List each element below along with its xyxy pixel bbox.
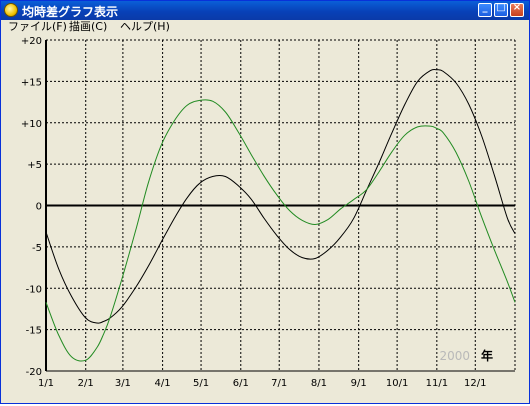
maximize-icon: □	[496, 2, 506, 13]
x-tick-label: 11/1	[426, 378, 448, 389]
x-tick-label: 1/1	[38, 378, 54, 389]
close-button[interactable]: ×	[510, 2, 524, 17]
x-tick-label: 10/1	[386, 378, 408, 389]
series-lines	[45, 68, 516, 362]
y-tick-label: -20	[26, 367, 42, 378]
app-window: 均時差グラフ表示 _ □ × ファイル(F) 描画(C) ヘルプ(H) +20 +…	[0, 0, 530, 404]
y-tick-label: +15	[21, 77, 42, 88]
y-tick-label: -15	[26, 326, 42, 337]
x-tick-label: 5/1	[193, 378, 209, 389]
menu-file[interactable]: ファイル(F)	[8, 20, 67, 34]
chart-area: +20 +15 +10 +5 0 -5 -10 -15 -20 1/1 2/1 3/1 4/1 5/1 6…	[1, 34, 529, 403]
x-tick-label: 6/1	[233, 378, 249, 389]
x-tick-label: 8/1	[311, 378, 327, 389]
y-tick-label: +20	[21, 36, 42, 47]
year-label: 年	[481, 348, 493, 363]
window-title: 均時差グラフ表示	[22, 5, 119, 19]
title-bar[interactable]: 均時差グラフ表示 _ □ ×	[1, 1, 529, 20]
sun-icon[interactable]	[4, 3, 18, 17]
menu-draw[interactable]: 描画(C)	[69, 20, 107, 34]
x-tick-label: 7/1	[271, 378, 287, 389]
y-tick-label: 0	[36, 202, 42, 213]
menu-help[interactable]: ヘルプ(H)	[120, 20, 170, 34]
close-icon: ×	[512, 2, 522, 13]
x-tick-label: 4/1	[155, 378, 171, 389]
y-tick-label: +10	[21, 119, 42, 130]
year-value[interactable]: 2000	[439, 349, 470, 363]
x-tick-label: 12/1	[464, 378, 486, 389]
x-tick-label: 2/1	[78, 378, 94, 389]
y-tick-label: +5	[27, 160, 42, 171]
series-line-1	[45, 68, 516, 324]
series-line-2	[45, 99, 516, 362]
y-tick-labels: +20 +15 +10 +5 0 -5 -10 -15 -20	[21, 36, 42, 378]
y-tick-label: -5	[32, 243, 42, 254]
axes	[45, 40, 515, 372]
menu-bar: ファイル(F) 描画(C) ヘルプ(H)	[1, 20, 529, 34]
minimize-icon: _	[482, 2, 488, 13]
x-tick-label: 3/1	[115, 378, 131, 389]
x-tick-label: 9/1	[351, 378, 367, 389]
maximize-button[interactable]: □	[494, 2, 508, 17]
minimize-button[interactable]: _	[478, 2, 492, 17]
x-tick-labels: 1/1 2/1 3/1 4/1 5/1 6/1 7/1 8/1 9/1 10/1 11/1 12/1	[38, 378, 487, 389]
equation-of-time-chart: +20 +15 +10 +5 0 -5 -10 -15 -20 1/1 2/1 3/1 4/1 5/1 6…	[21, 36, 516, 389]
y-tick-label: -10	[26, 284, 42, 295]
